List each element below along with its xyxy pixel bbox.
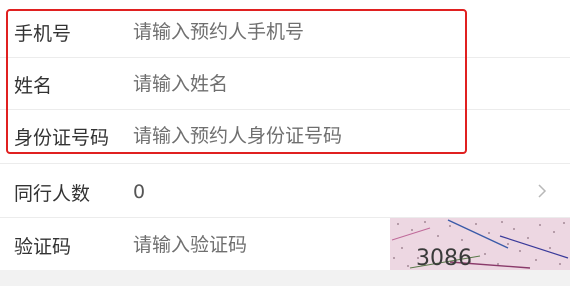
name-input[interactable] [133, 71, 373, 97]
appointment-form: 手机号 姓名 身份证号码 同行人数 0 验证码 [0, 0, 570, 270]
captcha-image[interactable]: 3086 [390, 218, 570, 270]
name-row: 姓名 [0, 58, 570, 110]
companions-row[interactable]: 同行人数 0 [0, 164, 570, 218]
id-number-input[interactable] [133, 123, 373, 149]
captcha-input[interactable] [133, 232, 363, 258]
id-number-row: 身份证号码 [0, 110, 570, 164]
phone-label: 手机号 [14, 23, 72, 45]
phone-row: 手机号 [0, 4, 570, 58]
phone-input[interactable] [133, 19, 373, 45]
companions-value[interactable]: 0 [133, 179, 373, 205]
id-number-label: 身份证号码 [14, 127, 110, 149]
name-label: 姓名 [14, 75, 53, 97]
companions-label: 同行人数 [14, 183, 91, 205]
captcha-text: 3086 [416, 246, 472, 270]
captcha-label: 验证码 [14, 236, 72, 258]
chevron-right-icon[interactable] [532, 178, 552, 204]
